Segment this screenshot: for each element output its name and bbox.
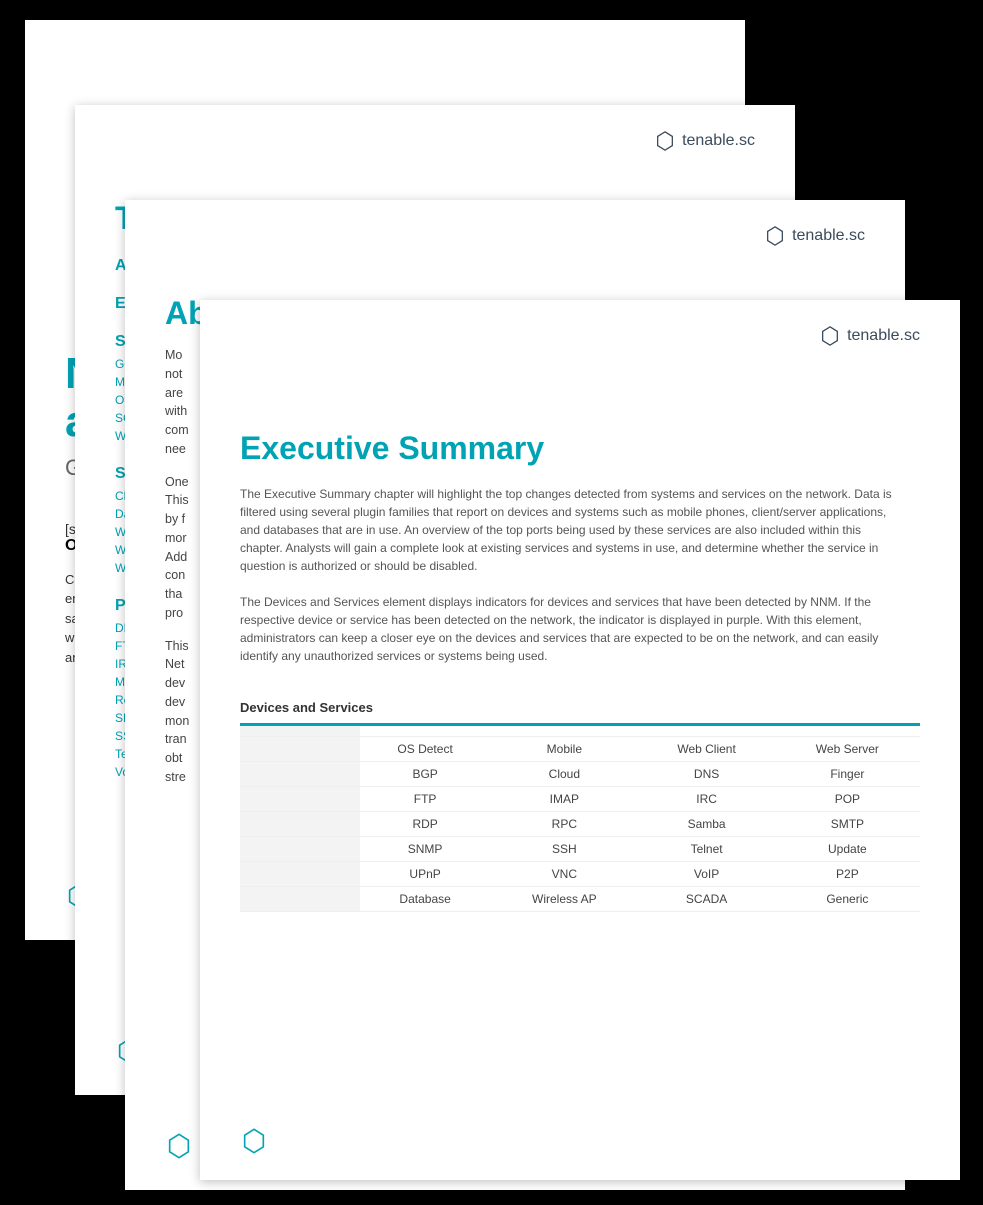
table-cell: FTP [360,787,490,812]
brand-logo: tenable.sc [819,325,920,347]
table-cell: Wireless AP [490,887,638,912]
executive-summary-title: Executive Summary [240,430,920,467]
table-cell: Cloud [490,762,638,787]
devices-services-heading: Devices and Services [240,700,920,715]
hexagon-icon [654,130,676,152]
table-cell: UPnP [360,862,490,887]
table-cell: BGP [360,762,490,787]
report-page-executive-summary: tenable.sc Executive Summary The Executi… [200,300,960,1180]
table-cell: OS Detect [360,737,490,762]
hexagon-icon [764,225,786,247]
table-cell: Telnet [638,837,774,862]
table-row: DatabaseWireless APSCADAGeneric [240,887,920,912]
footer-badge-icon [165,1132,193,1165]
table-row: SNMPSSHTelnetUpdate [240,837,920,862]
table-cell: VoIP [638,862,774,887]
table-cell: Web Client [638,737,774,762]
table-cell: SNMP [360,837,490,862]
table-cell: POP [775,787,920,812]
brand-text: tenable.sc [792,227,865,245]
table-cell: VNC [490,862,638,887]
brand-logo: tenable.sc [654,130,755,152]
executive-summary-para1: The Executive Summary chapter will highl… [240,485,900,575]
footer-badge-icon [240,1127,268,1160]
table-cell: SMTP [775,812,920,837]
table-cell: Generic [775,887,920,912]
table-cell: DNS [638,762,774,787]
brand-text: tenable.sc [847,327,920,345]
table-cell: SSH [490,837,638,862]
devices-services-table: OS DetectMobileWeb ClientWeb ServerBGPCl… [240,723,920,912]
table-cell: RPC [490,812,638,837]
table-cell: Mobile [490,737,638,762]
table-row: RDPRPCSambaSMTP [240,812,920,837]
table-cell: Web Server [775,737,920,762]
table-row: FTPIMAPIRCPOP [240,787,920,812]
table-row: BGPCloudDNSFinger [240,762,920,787]
table-cell: IRC [638,787,774,812]
brand-text: tenable.sc [682,132,755,150]
executive-summary-para2: The Devices and Services element display… [240,593,900,665]
table-cell: Database [360,887,490,912]
table-row: UPnPVNCVoIPP2P [240,862,920,887]
table-cell: IMAP [490,787,638,812]
table-cell: RDP [360,812,490,837]
hexagon-icon [819,325,841,347]
table-cell: Update [775,837,920,862]
table-cell: SCADA [638,887,774,912]
table-row: OS DetectMobileWeb ClientWeb Server [240,737,920,762]
table-cell: Finger [775,762,920,787]
table-cell: Samba [638,812,774,837]
brand-logo: tenable.sc [764,225,865,247]
table-cell: P2P [775,862,920,887]
